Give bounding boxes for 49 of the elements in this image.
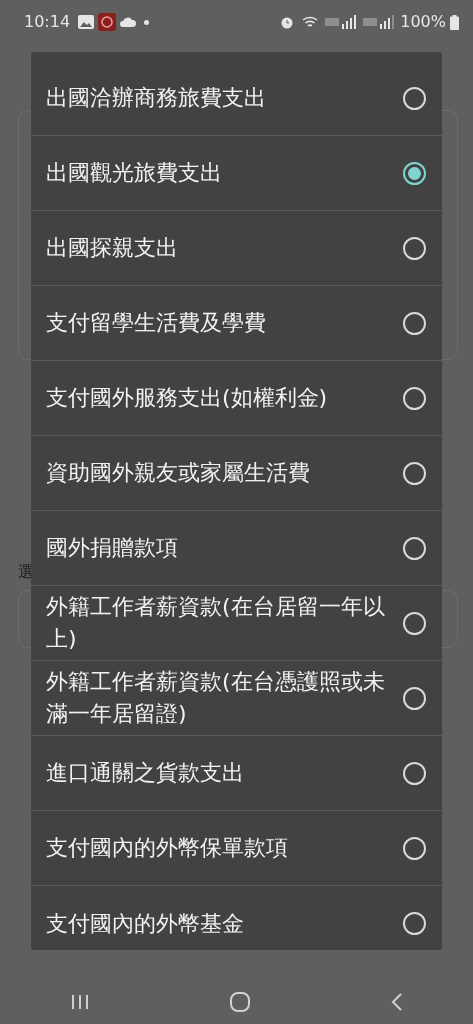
option-label: 出國觀光旅費支出	[46, 159, 223, 188]
radio-button[interactable]	[403, 236, 426, 260]
option-label: 支付國外服務支出(如權利金)	[46, 384, 329, 413]
option-item[interactable]: 國外捐贈款項	[31, 511, 442, 586]
option-label: 出國洽辦商務旅費支出	[46, 84, 267, 113]
signal-icon	[324, 15, 359, 29]
alarm-icon	[280, 15, 295, 29]
radio-button[interactable]	[403, 686, 426, 710]
radio-button[interactable]	[403, 461, 426, 485]
clock-time: 10:14	[24, 11, 71, 33]
radio-button[interactable]	[403, 86, 426, 110]
option-item[interactable]: 出國觀光旅費支出	[31, 136, 442, 211]
option-item[interactable]: 支付國內的外幣保單款項	[31, 811, 442, 886]
radio-button[interactable]	[403, 761, 426, 785]
radio-button[interactable]	[403, 311, 426, 335]
option-item[interactable]: 出國探親支出	[31, 211, 442, 286]
option-label: 國外捐贈款項	[46, 534, 179, 563]
option-item[interactable]: 資助國外親友或家屬生活費	[31, 436, 442, 511]
recent-apps-icon[interactable]	[70, 994, 89, 1010]
option-label: 外籍工作者薪資款(在台憑護照或未滿一年居留證)	[46, 668, 386, 728]
option-item[interactable]: 出國洽辦商務旅費支出	[31, 61, 442, 136]
option-label: 進口通關之貨款支出	[46, 759, 245, 788]
option-item[interactable]: 外籍工作者薪資款(在台居留一年以上)	[31, 586, 442, 661]
option-label: 支付留學生活費及學費	[46, 309, 267, 338]
option-item[interactable]: 支付留學生活費及學費	[31, 286, 442, 361]
option-item[interactable]: 支付國外服務支出(如權利金)	[31, 361, 442, 436]
radio-button[interactable]	[403, 161, 426, 185]
image-icon	[78, 15, 95, 29]
option-item[interactable]: 進口通關之貨款支出	[31, 736, 442, 811]
option-label: 支付國內的外幣保單款項	[46, 834, 289, 863]
back-icon[interactable]	[390, 993, 403, 1011]
radio-button[interactable]	[403, 536, 426, 560]
option-item[interactable]: 外籍工作者薪資款(在台憑護照或未滿一年居留證)	[31, 661, 442, 736]
option-label: 外籍工作者薪資款(在台居留一年以上)	[46, 593, 386, 653]
signal-icon	[362, 15, 397, 29]
battery-level: 100%	[400, 11, 446, 33]
radio-button[interactable]	[403, 611, 426, 635]
radio-button[interactable]	[403, 836, 426, 860]
option-label: 資助國外親友或家屬生活費	[46, 459, 311, 488]
radio-button[interactable]	[403, 386, 426, 410]
home-icon[interactable]	[229, 992, 250, 1012]
battery-icon	[450, 14, 459, 30]
dot-icon	[144, 19, 150, 25]
cloud-icon	[120, 17, 137, 27]
app-icon	[98, 13, 117, 31]
option-label: 出國探親支出	[46, 234, 179, 263]
option-item[interactable]: 支付國內的外幣基金	[31, 886, 442, 950]
option-label: 支付國內的外幣基金	[46, 909, 245, 938]
radio-button[interactable]	[403, 912, 426, 935]
